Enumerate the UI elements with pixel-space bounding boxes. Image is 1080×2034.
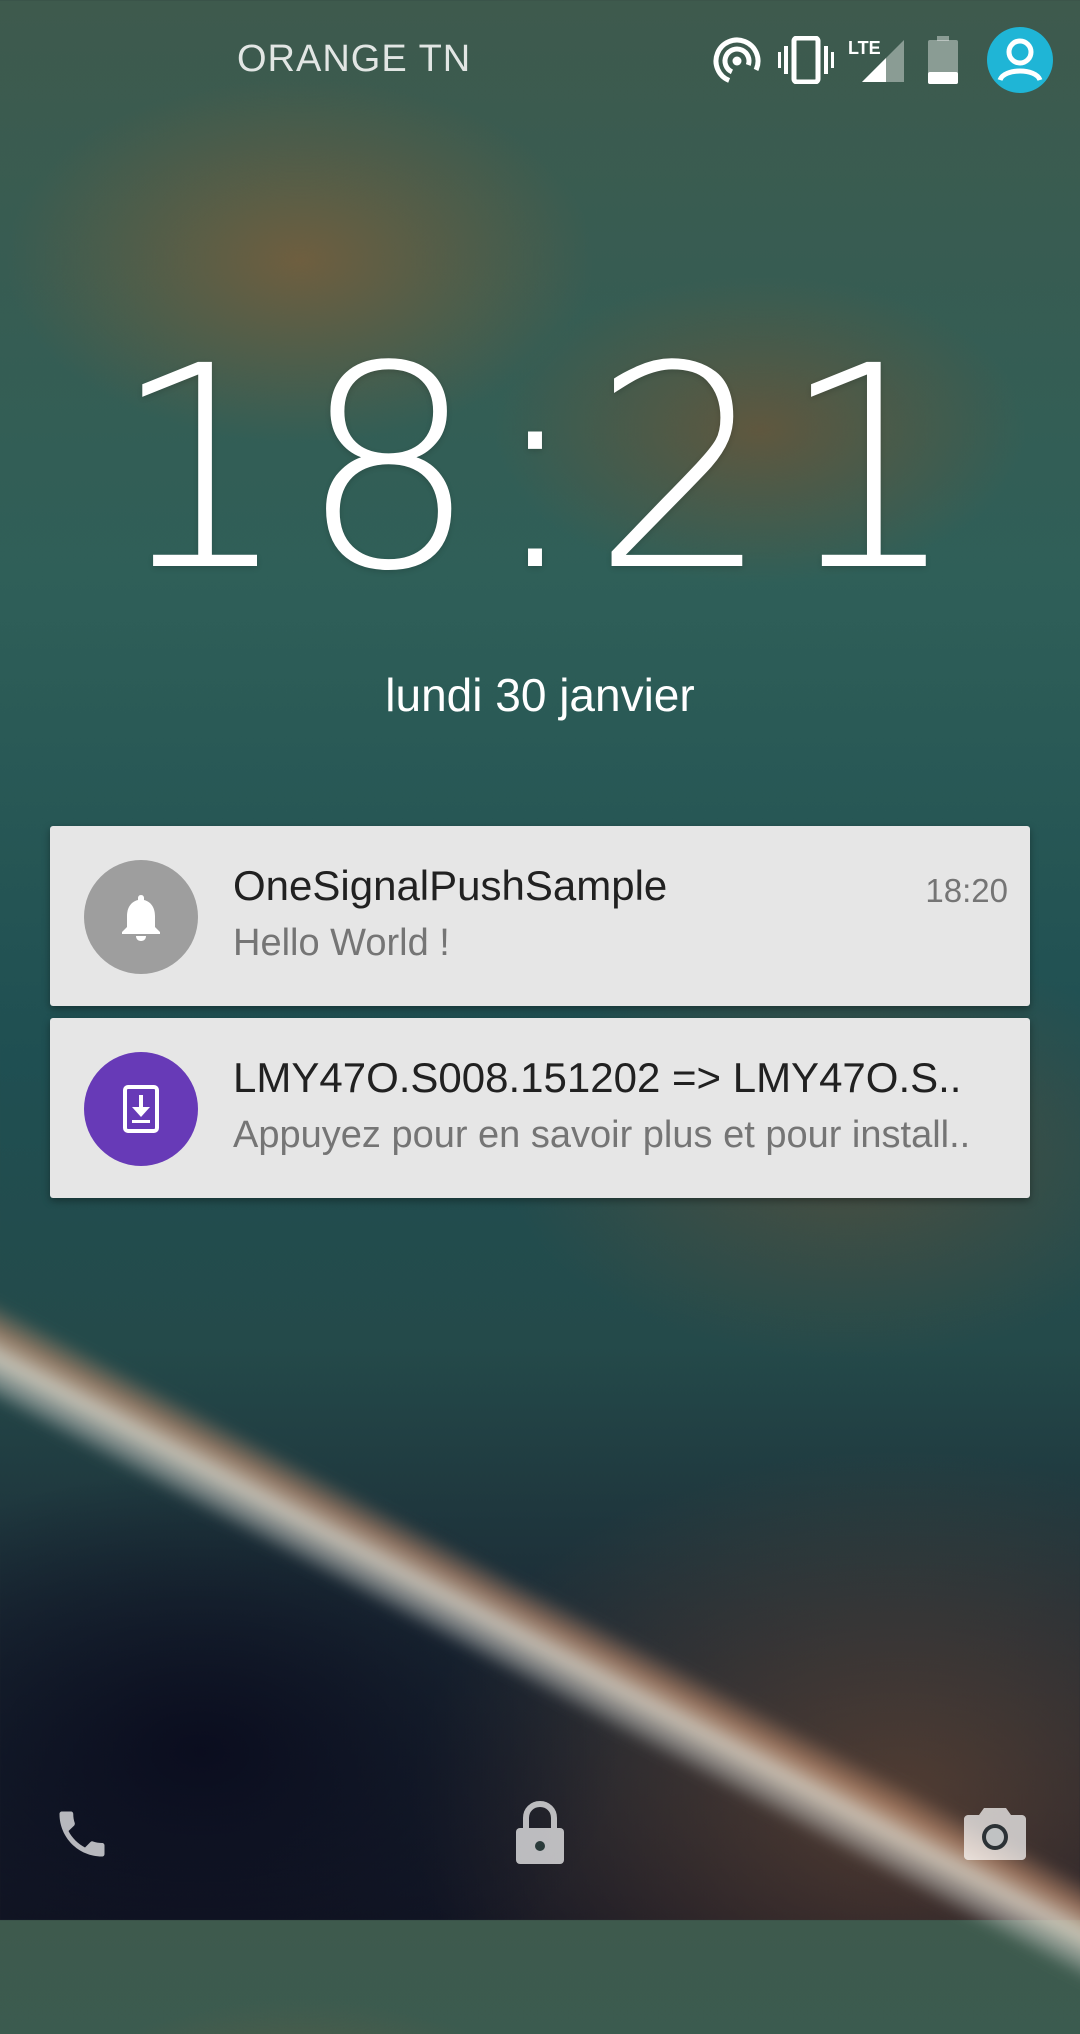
carrier-name: ORANGE TN [237,38,472,80]
status-bar: ORANGE TN LTE [0,0,1080,120]
notification-text: Hello World ! [233,922,450,964]
notification-title: LMY47O.S008.151202 => LMY47O.S.. [233,1054,962,1101]
notification-text: Appuyez pour en savoir plus et pour inst… [233,1114,971,1156]
notification-card[interactable]: LMY47O.S008.151202 => LMY47O.S.. Appuyez… [50,1018,1030,1198]
notification-title: OneSignalPushSample [233,862,668,909]
battery-icon [928,36,958,89]
user-avatar-icon[interactable] [986,26,1054,99]
vibrate-icon [778,35,834,89]
network-type-label: LTE [848,38,881,58]
phone-icon[interactable] [52,1804,112,1869]
camera-icon[interactable] [964,1806,1026,1865]
lockscreen-date: lundi 30 janvier [385,669,695,721]
notification-time: 18:20 [925,872,1008,909]
wallpaper-shoreline [0,1250,1080,2034]
lock-icon[interactable] [512,1800,568,1871]
hotspot-icon [712,36,762,91]
lte-signal-icon: LTE [848,36,904,89]
notification-card[interactable]: OneSignalPushSample Hello World ! 18:20 [50,826,1030,1006]
lockscreen-clock: 18:21 [111,307,969,633]
bell-icon [84,860,198,974]
system-update-icon [84,1052,198,1166]
